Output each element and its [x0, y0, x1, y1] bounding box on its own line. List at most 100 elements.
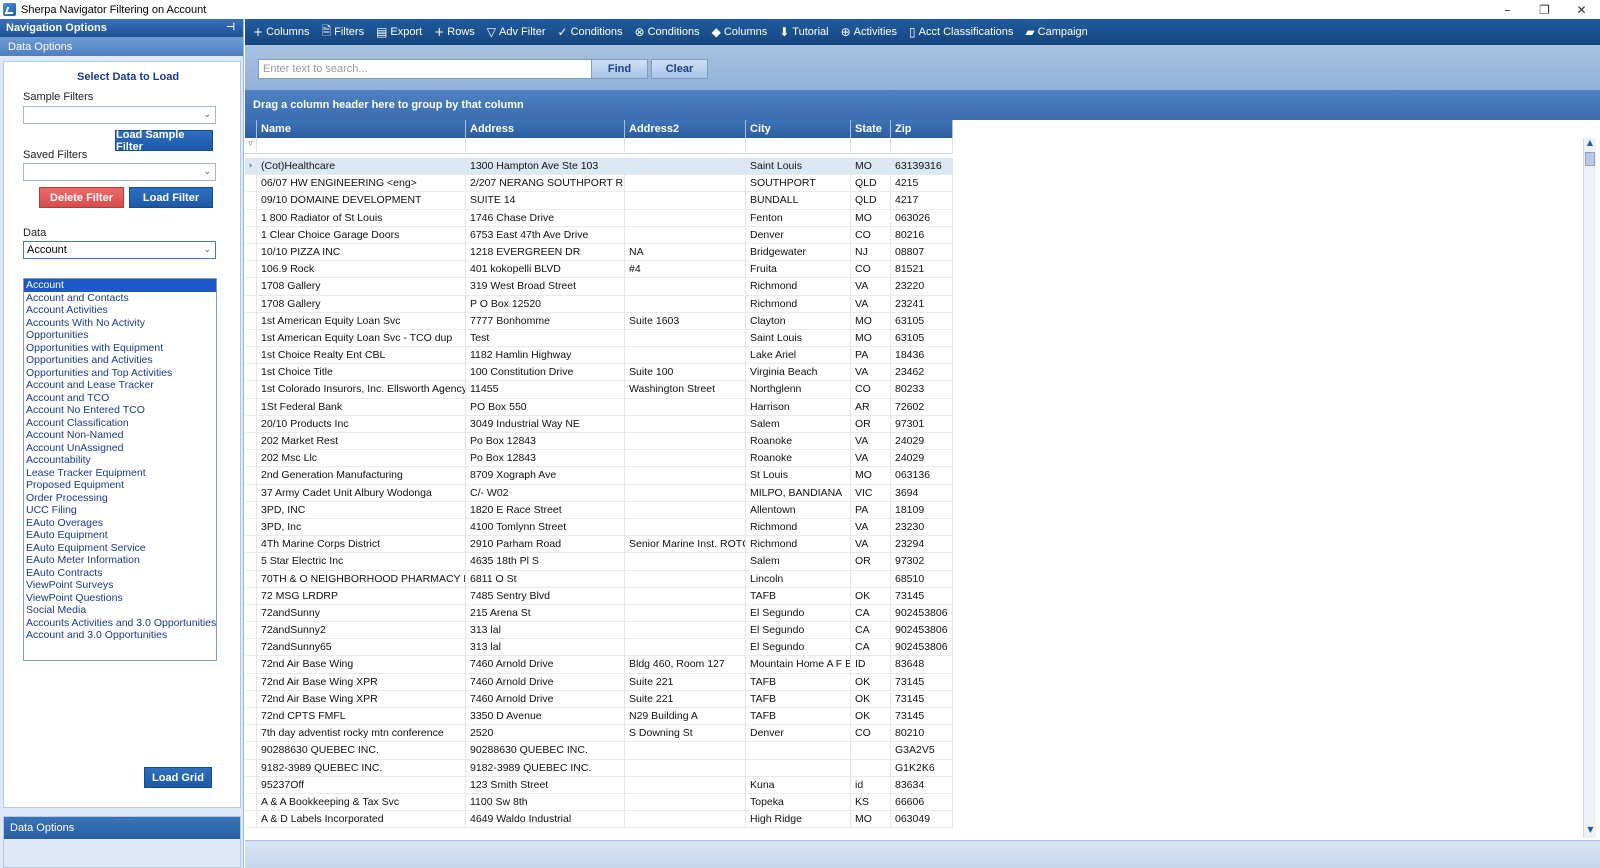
cell-zip[interactable]: 73145	[891, 708, 953, 725]
cell-zip[interactable]: 24029	[891, 433, 953, 450]
row-indicator[interactable]	[245, 295, 257, 313]
cell-address[interactable]: 4635 18th Pl S	[466, 553, 625, 571]
cell-zip[interactable]: 73145	[891, 673, 953, 691]
cell-address2[interactable]: Suite 221	[625, 690, 746, 708]
cell-name[interactable]: 106.9 Rock	[257, 261, 466, 279]
filter-cell[interactable]	[851, 138, 891, 154]
cell-name[interactable]: 72nd CPTS FMFL	[257, 708, 466, 725]
row-indicator[interactable]	[245, 312, 257, 330]
cell-address2[interactable]: Suite 1603	[625, 312, 746, 330]
dropdown-option[interactable]: Proposed Equipment	[24, 479, 216, 492]
cell-city[interactable]: Richmond	[746, 536, 851, 554]
cell-city[interactable]: BUNDALL	[746, 192, 851, 210]
table-row[interactable]: 72nd CPTS FMFL 3350 D Avenue N29 Building …	[245, 708, 953, 726]
cell-address[interactable]: 1182 Hamlin Highway	[466, 347, 625, 365]
cell-address[interactable]: 7777 Bonhomme	[466, 312, 625, 330]
cell-city[interactable]: El Segundo	[746, 639, 851, 657]
cell-city[interactable]: Richmond	[746, 278, 851, 296]
filter-cell[interactable]	[625, 138, 746, 154]
row-indicator[interactable]	[245, 604, 257, 622]
cell-name[interactable]: 9182-3989 QUEBEC INC.	[257, 759, 466, 777]
cell-state[interactable]: MO	[851, 329, 891, 347]
load-sample-filter-button[interactable]: Load Sample Filter	[115, 129, 213, 153]
cell-state[interactable]: VIC	[851, 484, 891, 502]
cell-state[interactable]: QLD	[851, 175, 891, 193]
cell-address[interactable]: 1820 E Race Street	[466, 501, 625, 519]
cell-zip[interactable]: G1K2K6	[891, 759, 953, 777]
cell-address2[interactable]	[625, 433, 746, 450]
cell-address[interactable]: 1218 EVERGREEN DR	[466, 243, 625, 261]
cell-name[interactable]: 1St Federal Bank	[257, 398, 466, 416]
cell-address2[interactable]	[625, 484, 746, 502]
cell-address[interactable]: C/- W02	[466, 484, 625, 502]
table-row[interactable]: 106.9 Rock 401 kokopelli BLVD #4 Fruita CO 81…	[245, 261, 953, 279]
cell-name[interactable]: 06/07 HW ENGINEERING <eng>	[257, 175, 466, 193]
table-row[interactable]: 1st Choice Realty Ent CBL 1182 Hamlin Hig…	[245, 347, 953, 365]
cell-state[interactable]	[851, 759, 891, 777]
cell-address2[interactable]	[625, 604, 746, 622]
dropdown-option[interactable]: ViewPoint Surveys	[24, 579, 216, 592]
cell-zip[interactable]: 63105	[891, 312, 953, 330]
dropdown-option[interactable]: Account Non-Named	[24, 429, 216, 442]
cell-zip[interactable]: 063049	[891, 811, 953, 829]
table-row[interactable]: 72 MSG LRDRP 7485 Sentry Blvd TAFB OK 73145	[245, 587, 953, 605]
column-header-address2[interactable]: Address2	[625, 120, 746, 138]
cell-address2[interactable]	[625, 295, 746, 313]
dropdown-option[interactable]: Lease Tracker Equipment	[24, 467, 216, 480]
cell-address[interactable]: 401 kokopelli BLVD	[466, 261, 625, 279]
cell-zip[interactable]: 63139316	[891, 158, 953, 175]
find-button[interactable]: Find	[591, 59, 648, 79]
cell-name[interactable]: 1st American Equity Loan Svc - TCO dup	[257, 329, 466, 347]
table-row[interactable]: 90288630 QUEBEC INC. 90288630 QUEBEC INC.…	[245, 742, 953, 760]
row-indicator[interactable]	[245, 209, 257, 227]
table-row[interactable]: › (Cot)Healthcare 1300 Hampton Ave Ste 103…	[245, 158, 953, 176]
cell-state[interactable]: PA	[851, 347, 891, 365]
cell-name[interactable]: 72andSunny2	[257, 622, 466, 640]
table-row[interactable]: 9182-3989 QUEBEC INC. 9182-3989 QUEBEC IN…	[245, 759, 953, 777]
dropdown-option[interactable]: Accounts With No Activity	[24, 317, 216, 330]
cell-zip[interactable]: 23294	[891, 536, 953, 554]
column-header-name[interactable]: Name	[257, 120, 466, 138]
row-indicator[interactable]	[245, 759, 257, 777]
cell-zip[interactable]: 72602	[891, 398, 953, 416]
cell-zip[interactable]: 902453806	[891, 639, 953, 657]
cell-city[interactable]: Roanoke	[746, 450, 851, 468]
cell-zip[interactable]: 83634	[891, 776, 953, 794]
dropdown-option[interactable]: EAuto Overages	[24, 517, 216, 530]
table-row[interactable]: 1 800 Radiator of St Louis 1746 Chase Dri…	[245, 209, 953, 227]
cell-address[interactable]: 11455	[466, 381, 625, 399]
cell-address2[interactable]: Suite 100	[625, 364, 746, 382]
group-by-panel[interactable]: Drag a column header here to group by th…	[245, 90, 1600, 120]
row-indicator[interactable]	[245, 450, 257, 468]
cell-city[interactable]: Richmond	[746, 518, 851, 536]
dropdown-option[interactable]: Opportunities and Activities	[24, 354, 216, 367]
cell-state[interactable]: MO	[851, 312, 891, 330]
cell-address[interactable]: 3350 D Avenue	[466, 708, 625, 725]
cell-state[interactable]: KS	[851, 793, 891, 811]
cell-zip[interactable]: 08807	[891, 243, 953, 261]
cell-state[interactable]: OK	[851, 587, 891, 605]
dropdown-option[interactable]: Social Media	[24, 604, 216, 617]
data-options-header[interactable]: Data Options	[0, 37, 243, 56]
clear-button[interactable]: Clear	[651, 59, 708, 79]
filter-cell[interactable]	[466, 138, 625, 154]
table-row[interactable]: 1St Federal Bank PO Box 550 Harrison AR 7260…	[245, 398, 953, 416]
cell-city[interactable]: SOUTHPORT	[746, 175, 851, 193]
dropdown-option[interactable]: Opportunities	[24, 329, 216, 342]
cell-name[interactable]: 1st Choice Realty Ent CBL	[257, 347, 466, 365]
cell-state[interactable]: CO	[851, 226, 891, 244]
cell-zip[interactable]: 23462	[891, 364, 953, 382]
row-indicator[interactable]	[245, 433, 257, 450]
table-row[interactable]: 1st American Equity Loan Svc - TCO dup Te…	[245, 329, 953, 348]
table-row[interactable]: 1 Clear Choice Garage Doors 6753 East 47t…	[245, 226, 953, 244]
cell-city[interactable]	[746, 759, 851, 777]
cell-address2[interactable]	[625, 518, 746, 536]
dropdown-option[interactable]: EAuto Equipment	[24, 529, 216, 542]
cell-address[interactable]: 7460 Arnold Drive	[466, 690, 625, 708]
vertical-scrollbar[interactable]: ▲ ▼	[1583, 138, 1596, 838]
row-indicator[interactable]	[245, 811, 257, 829]
cell-state[interactable]: id	[851, 776, 891, 794]
cell-address2[interactable]	[625, 793, 746, 811]
cell-city[interactable]: El Segundo	[746, 604, 851, 622]
cell-name[interactable]: A & A Bookkeeping & Tax Svc	[257, 793, 466, 811]
